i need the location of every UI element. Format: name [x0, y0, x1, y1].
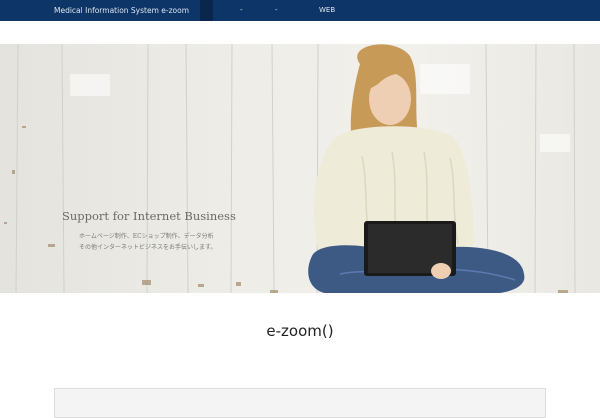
nav-item-web[interactable]: WEB — [319, 0, 335, 21]
nav-item-2[interactable]: - — [275, 0, 278, 21]
site-brand[interactable]: Medical Information System e-zoom — [54, 0, 189, 21]
section-title: e-zoom() — [266, 322, 334, 340]
nav-item-1[interactable]: - — [240, 0, 243, 21]
hero-banner: Support for Internet Business ホームページ制作、E… — [0, 44, 600, 293]
hero-title: Support for Internet Business — [62, 209, 236, 223]
hero-line-1: ホームページ制作、ECショップ制作、データ分析 — [79, 233, 214, 240]
hero-line-2: その他インターネットビジネスをお手伝いします。 — [79, 244, 217, 251]
top-navbar: Medical Information System e-zoom - - WE… — [0, 0, 600, 21]
hero-photo — [4, 44, 576, 293]
content-panel — [54, 388, 546, 418]
nav-active-indicator[interactable] — [200, 0, 213, 21]
